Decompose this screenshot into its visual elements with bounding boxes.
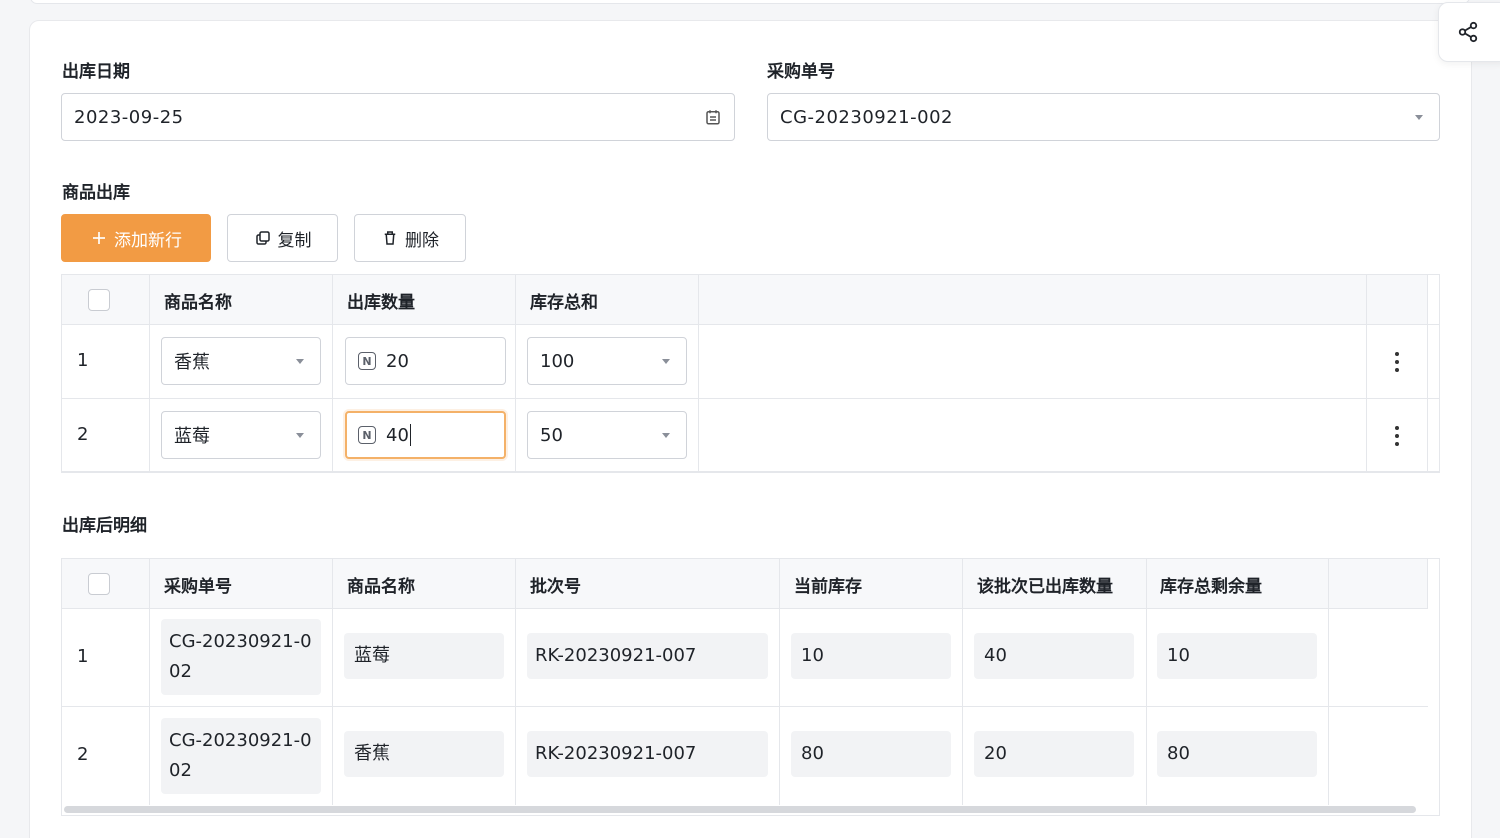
share-button[interactable] xyxy=(1438,2,1500,62)
share-icon xyxy=(1458,21,1478,43)
quantity-value: 20 xyxy=(386,350,409,372)
row-divider xyxy=(62,706,1428,707)
goods-col-header: 出库数量 xyxy=(333,275,516,325)
goods-section-title: 商品出库 xyxy=(62,183,130,203)
goods-row-index: 1 xyxy=(77,350,89,371)
number-icon: N xyxy=(358,352,376,370)
outbound-date-label: 出库日期 xyxy=(62,62,130,82)
purchase-no-select[interactable]: CG-20230921-002 xyxy=(767,93,1440,141)
purchase-no-label: 采购单号 xyxy=(767,62,835,82)
detail-product: 蓝莓 xyxy=(344,633,504,679)
detail-current-stock: 80 xyxy=(791,731,951,777)
goods-select-all-cell xyxy=(62,275,150,325)
select-all-checkbox[interactable] xyxy=(87,289,110,311)
detail-purchase-no: CG-20230921-002 xyxy=(161,619,321,695)
goods-col-divider xyxy=(699,325,1367,473)
goods-col-divider xyxy=(62,325,150,473)
chevron-down-icon xyxy=(1415,114,1423,120)
row-divider xyxy=(62,398,1439,399)
chevron-down-icon xyxy=(296,358,304,364)
chevron-down-icon xyxy=(296,432,304,438)
detail-col-header: 采购单号 xyxy=(150,559,333,609)
quantity-input[interactable]: N 20 xyxy=(345,337,506,385)
detail-remaining: 80 xyxy=(1157,731,1317,777)
add-row-button[interactable]: 添加新行 xyxy=(61,214,211,262)
delete-label: 删除 xyxy=(405,230,439,251)
stock-total-select[interactable]: 50 xyxy=(527,411,687,459)
calendar-icon xyxy=(706,110,720,125)
select-all-checkbox[interactable] xyxy=(87,573,110,595)
delete-button[interactable]: 删除 xyxy=(354,214,466,262)
add-row-label: 添加新行 xyxy=(114,230,182,251)
purchase-no-value: CG-20230921-002 xyxy=(780,106,953,128)
quantity-input[interactable]: N 40 xyxy=(345,411,506,459)
row-divider xyxy=(62,608,1428,609)
detail-batch: RK-20230921-007 xyxy=(527,731,768,777)
detail-product: 香蕉 xyxy=(344,731,504,777)
trash-icon xyxy=(384,231,396,245)
detail-row-index: 2 xyxy=(77,744,89,765)
detail-col-divider xyxy=(62,609,150,805)
product-select[interactable]: 香蕉 xyxy=(161,337,321,385)
goods-col-header: 商品名称 xyxy=(150,275,333,325)
stock-total-value: 100 xyxy=(540,350,575,372)
goods-col-spacer xyxy=(699,275,1367,325)
product-value: 香蕉 xyxy=(174,352,210,373)
row-divider xyxy=(62,324,1439,325)
number-icon: N xyxy=(358,426,376,444)
top-card-edge xyxy=(30,0,1470,4)
horizontal-scrollbar[interactable] xyxy=(64,806,1416,813)
detail-section-title: 出库后明细 xyxy=(62,516,147,536)
copy-icon xyxy=(255,231,270,245)
detail-purchase-no: CG-20230921-002 xyxy=(161,718,321,794)
detail-col-header: 该批次已出库数量 xyxy=(963,559,1147,609)
detail-col-header: 库存总剩余量 xyxy=(1147,559,1329,609)
goods-col-header: 库存总和 xyxy=(516,275,699,325)
plus-icon xyxy=(93,232,105,244)
stock-total-select[interactable]: 100 xyxy=(527,337,687,385)
row-divider xyxy=(62,471,1439,472)
stock-total-value: 50 xyxy=(540,424,563,446)
detail-select-all-cell xyxy=(62,559,150,609)
outbound-date-value: 2023-09-25 xyxy=(74,106,184,128)
goods-col-actions xyxy=(1367,275,1428,325)
product-select[interactable]: 蓝莓 xyxy=(161,411,321,459)
detail-shipped-qty: 20 xyxy=(974,731,1134,777)
chevron-down-icon xyxy=(662,358,670,364)
detail-row-index: 1 xyxy=(77,646,89,667)
goods-row-index: 2 xyxy=(77,424,89,445)
more-icon[interactable] xyxy=(1395,426,1399,446)
outbound-date-picker[interactable]: 2023-09-25 xyxy=(61,93,735,141)
detail-col-spacer xyxy=(1329,559,1428,609)
copy-button[interactable]: 复制 xyxy=(227,214,338,262)
detail-col-header: 当前库存 xyxy=(780,559,963,609)
goods-col-divider xyxy=(1367,325,1428,473)
quantity-value: 40 xyxy=(386,424,409,446)
text-cursor xyxy=(409,424,411,446)
chevron-down-icon xyxy=(662,432,670,438)
more-icon[interactable] xyxy=(1395,352,1399,372)
detail-shipped-qty: 40 xyxy=(974,633,1134,679)
detail-remaining: 10 xyxy=(1157,633,1317,679)
product-value: 蓝莓 xyxy=(174,426,210,447)
detail-current-stock: 10 xyxy=(791,633,951,679)
detail-col-header: 商品名称 xyxy=(333,559,516,609)
detail-batch: RK-20230921-007 xyxy=(527,633,768,679)
copy-label: 复制 xyxy=(277,230,312,251)
detail-col-header: 批次号 xyxy=(516,559,780,609)
